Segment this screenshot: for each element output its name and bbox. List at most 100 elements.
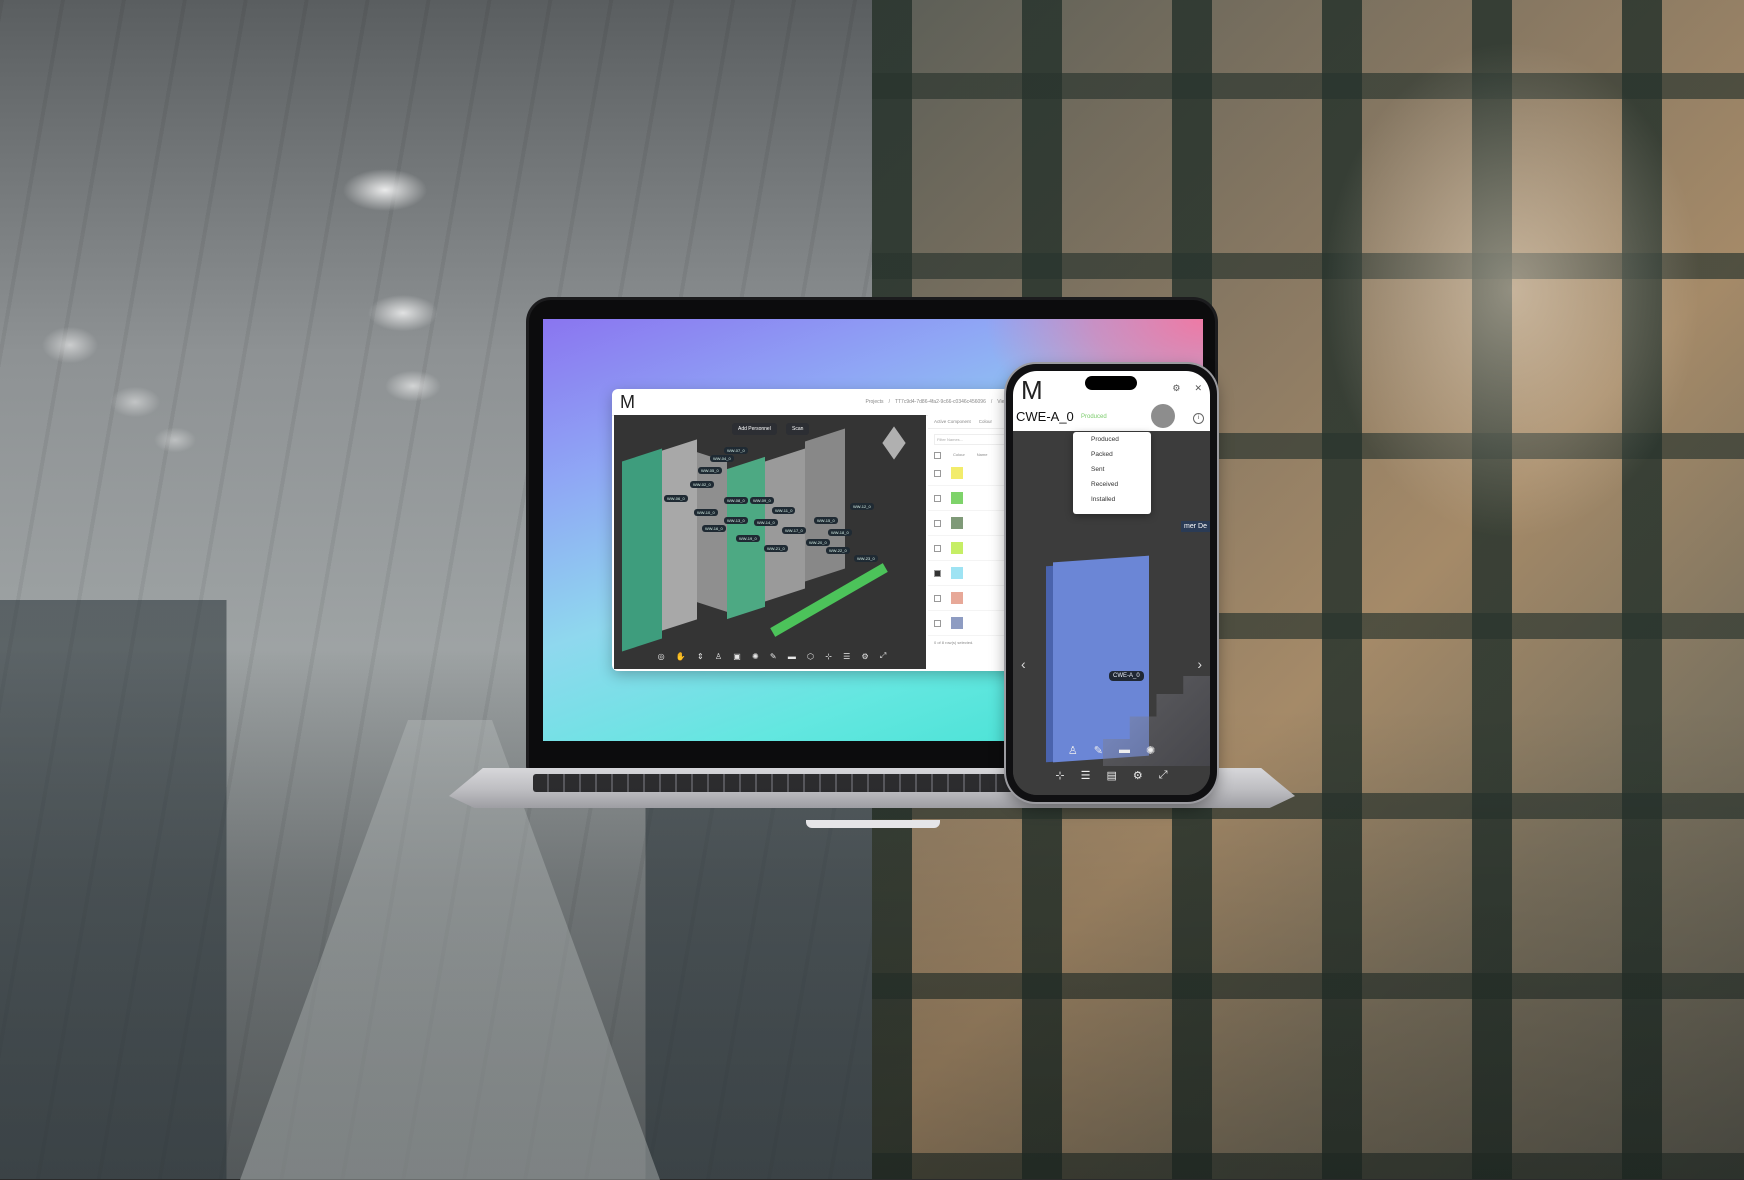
table-row[interactable]	[928, 611, 1016, 636]
component-label[interactable]: WW-23_0	[854, 555, 878, 562]
component-label[interactable]: WW-18_0	[828, 529, 852, 536]
element-label[interactable]: CWE-A_0	[1109, 671, 1144, 681]
component-label[interactable]: WW-11_0	[772, 507, 796, 514]
wall-panel[interactable]	[697, 452, 727, 612]
component-label[interactable]: WW-04_0	[710, 455, 734, 462]
row-checkbox[interactable]	[934, 544, 941, 552]
row-checkbox[interactable]	[934, 519, 941, 527]
component-label[interactable]: WW-15_0	[814, 517, 838, 524]
status-dropdown: Produced Packed Sent Received Installed	[1073, 432, 1151, 514]
wall-panel[interactable]	[805, 428, 845, 582]
wall-panel[interactable]	[662, 439, 697, 631]
laptop-notch	[806, 820, 940, 828]
component-label[interactable]: WW-19_0	[736, 535, 760, 542]
component-label[interactable]: WW-06_0	[664, 495, 688, 502]
table-row[interactable]	[928, 586, 1016, 611]
cube-icon[interactable]: ⬡	[807, 652, 814, 661]
component-label[interactable]: WW-07_0	[724, 447, 748, 454]
component-label[interactable]: WW-02_0	[690, 481, 714, 488]
row-checkbox[interactable]	[934, 494, 941, 502]
table-row[interactable]	[928, 536, 1016, 561]
component-label[interactable]: WW-14_0	[754, 519, 778, 526]
hand-icon[interactable]: ✋	[676, 652, 686, 661]
gear-icon[interactable]: ⚙	[1172, 383, 1180, 394]
component-label[interactable]: WW-21_0	[764, 545, 788, 552]
viewcube-icon[interactable]	[882, 426, 906, 460]
explode-icon[interactable]: ✺	[1146, 744, 1155, 757]
status-option-produced[interactable]: Produced	[1073, 432, 1151, 447]
close-icon[interactable]: ✕	[1194, 383, 1202, 394]
tree-icon[interactable]: ⊹	[1055, 769, 1064, 782]
pencil-icon[interactable]: ✎	[1094, 744, 1103, 757]
component-label[interactable]: WW-22_0	[826, 547, 850, 554]
chevron-right-icon[interactable]: ›	[1197, 656, 1202, 672]
component-label[interactable]: WW-17_0	[782, 527, 806, 534]
gear-icon[interactable]: ⚙	[1133, 769, 1143, 782]
component-label[interactable]: WW-05_0	[698, 467, 722, 474]
wall-panel[interactable]	[622, 448, 662, 652]
table-row[interactable]	[928, 486, 1016, 511]
warehouse-light	[1322, 40, 1702, 540]
select-all-checkbox[interactable]	[934, 452, 941, 459]
tree-icon[interactable]: ⊹	[825, 652, 832, 661]
element-title: CWE-A_0	[1016, 409, 1074, 424]
gear-icon[interactable]: ⚙	[861, 652, 868, 661]
status-option-packed[interactable]: Packed	[1073, 447, 1151, 462]
side-panel-tab[interactable]: mer De	[1181, 521, 1210, 532]
scan-button[interactable]: Scan	[786, 423, 810, 435]
component-label[interactable]: WW-13_0	[724, 517, 748, 524]
column-header-colour[interactable]: Colour	[953, 452, 965, 459]
component-side-panel: Active Component Colour Filter Names... …	[928, 415, 1016, 671]
fullscreen-icon[interactable]: ⤢	[880, 651, 886, 661]
folder-icon[interactable]: ▬	[788, 652, 796, 661]
component-label[interactable]: WW-10_0	[694, 509, 718, 516]
row-checkbox[interactable]	[934, 619, 941, 627]
pencil-icon[interactable]: ✎	[770, 652, 777, 661]
select-icon[interactable]: ◎	[658, 652, 665, 661]
person-icon[interactable]: ♙	[1068, 744, 1078, 757]
person-icon[interactable]: ♙	[715, 652, 722, 661]
avatar[interactable]	[1151, 404, 1175, 428]
row-checkbox[interactable]	[934, 569, 941, 577]
3d-viewport[interactable]: Add Personnel Scan WW-04_0 WW-05_0 WW-07…	[614, 415, 926, 669]
breadcrumb-item[interactable]: Projects	[866, 399, 884, 405]
component-label[interactable]: WW-20_0	[806, 539, 830, 546]
tab-active-component[interactable]: Active Component	[934, 419, 971, 424]
add-personnel-button[interactable]: Add Personnel	[732, 423, 777, 435]
colour-swatch	[951, 592, 963, 604]
app-logo[interactable]: M	[620, 392, 635, 413]
status-option-sent[interactable]: Sent	[1073, 462, 1151, 477]
colour-swatch	[951, 567, 963, 579]
desktop-app-window: M Projects / TT7c9d4-7d86-4fa2-9c66-c034…	[612, 389, 1016, 671]
status-option-received[interactable]: Received	[1073, 477, 1151, 492]
phone-screen: M ⚙ ✕ CWE-A_0 Produced i CWE-A_0 ‹ › mer…	[1013, 371, 1210, 795]
layers-icon[interactable]: ☰	[843, 652, 850, 661]
table-row[interactable]	[928, 561, 1016, 586]
properties-icon[interactable]: ▤	[1107, 769, 1117, 782]
status-badge[interactable]: Produced	[1081, 414, 1107, 420]
camera-icon[interactable]: ▣	[733, 652, 741, 661]
status-option-installed[interactable]: Installed	[1073, 492, 1151, 507]
filter-input[interactable]: Filter Names...	[934, 434, 1010, 445]
row-checkbox[interactable]	[934, 594, 941, 602]
breadcrumb-item[interactable]: TT7c9d4-7d86-4fa2-9c66-c0346c456096	[895, 399, 986, 405]
phone-toolbar-top: ♙ ✎ ▬ ✺	[1013, 744, 1210, 757]
fullscreen-icon[interactable]: ⤢	[1159, 769, 1168, 782]
table-row[interactable]	[928, 511, 1016, 536]
table-row[interactable]	[928, 461, 1016, 486]
column-header-name[interactable]: Name	[977, 452, 988, 459]
component-label[interactable]: WW-12_0	[850, 503, 874, 510]
colour-swatch	[951, 542, 963, 554]
move-icon[interactable]: ⇕	[697, 652, 704, 661]
folder-icon[interactable]: ▬	[1119, 744, 1130, 757]
component-label[interactable]: WW-09_0	[750, 497, 774, 504]
row-checkbox[interactable]	[934, 469, 941, 477]
phone-logo[interactable]: M	[1021, 375, 1043, 406]
info-icon[interactable]: i	[1193, 413, 1204, 424]
layers-icon[interactable]: ☰	[1081, 769, 1091, 782]
explode-icon[interactable]: ✺	[752, 652, 759, 661]
component-label[interactable]: WW-16_0	[702, 525, 726, 532]
chevron-left-icon[interactable]: ‹	[1021, 656, 1026, 672]
tab-colour[interactable]: Colour	[979, 419, 992, 424]
component-label[interactable]: WW-08_0	[724, 497, 748, 504]
